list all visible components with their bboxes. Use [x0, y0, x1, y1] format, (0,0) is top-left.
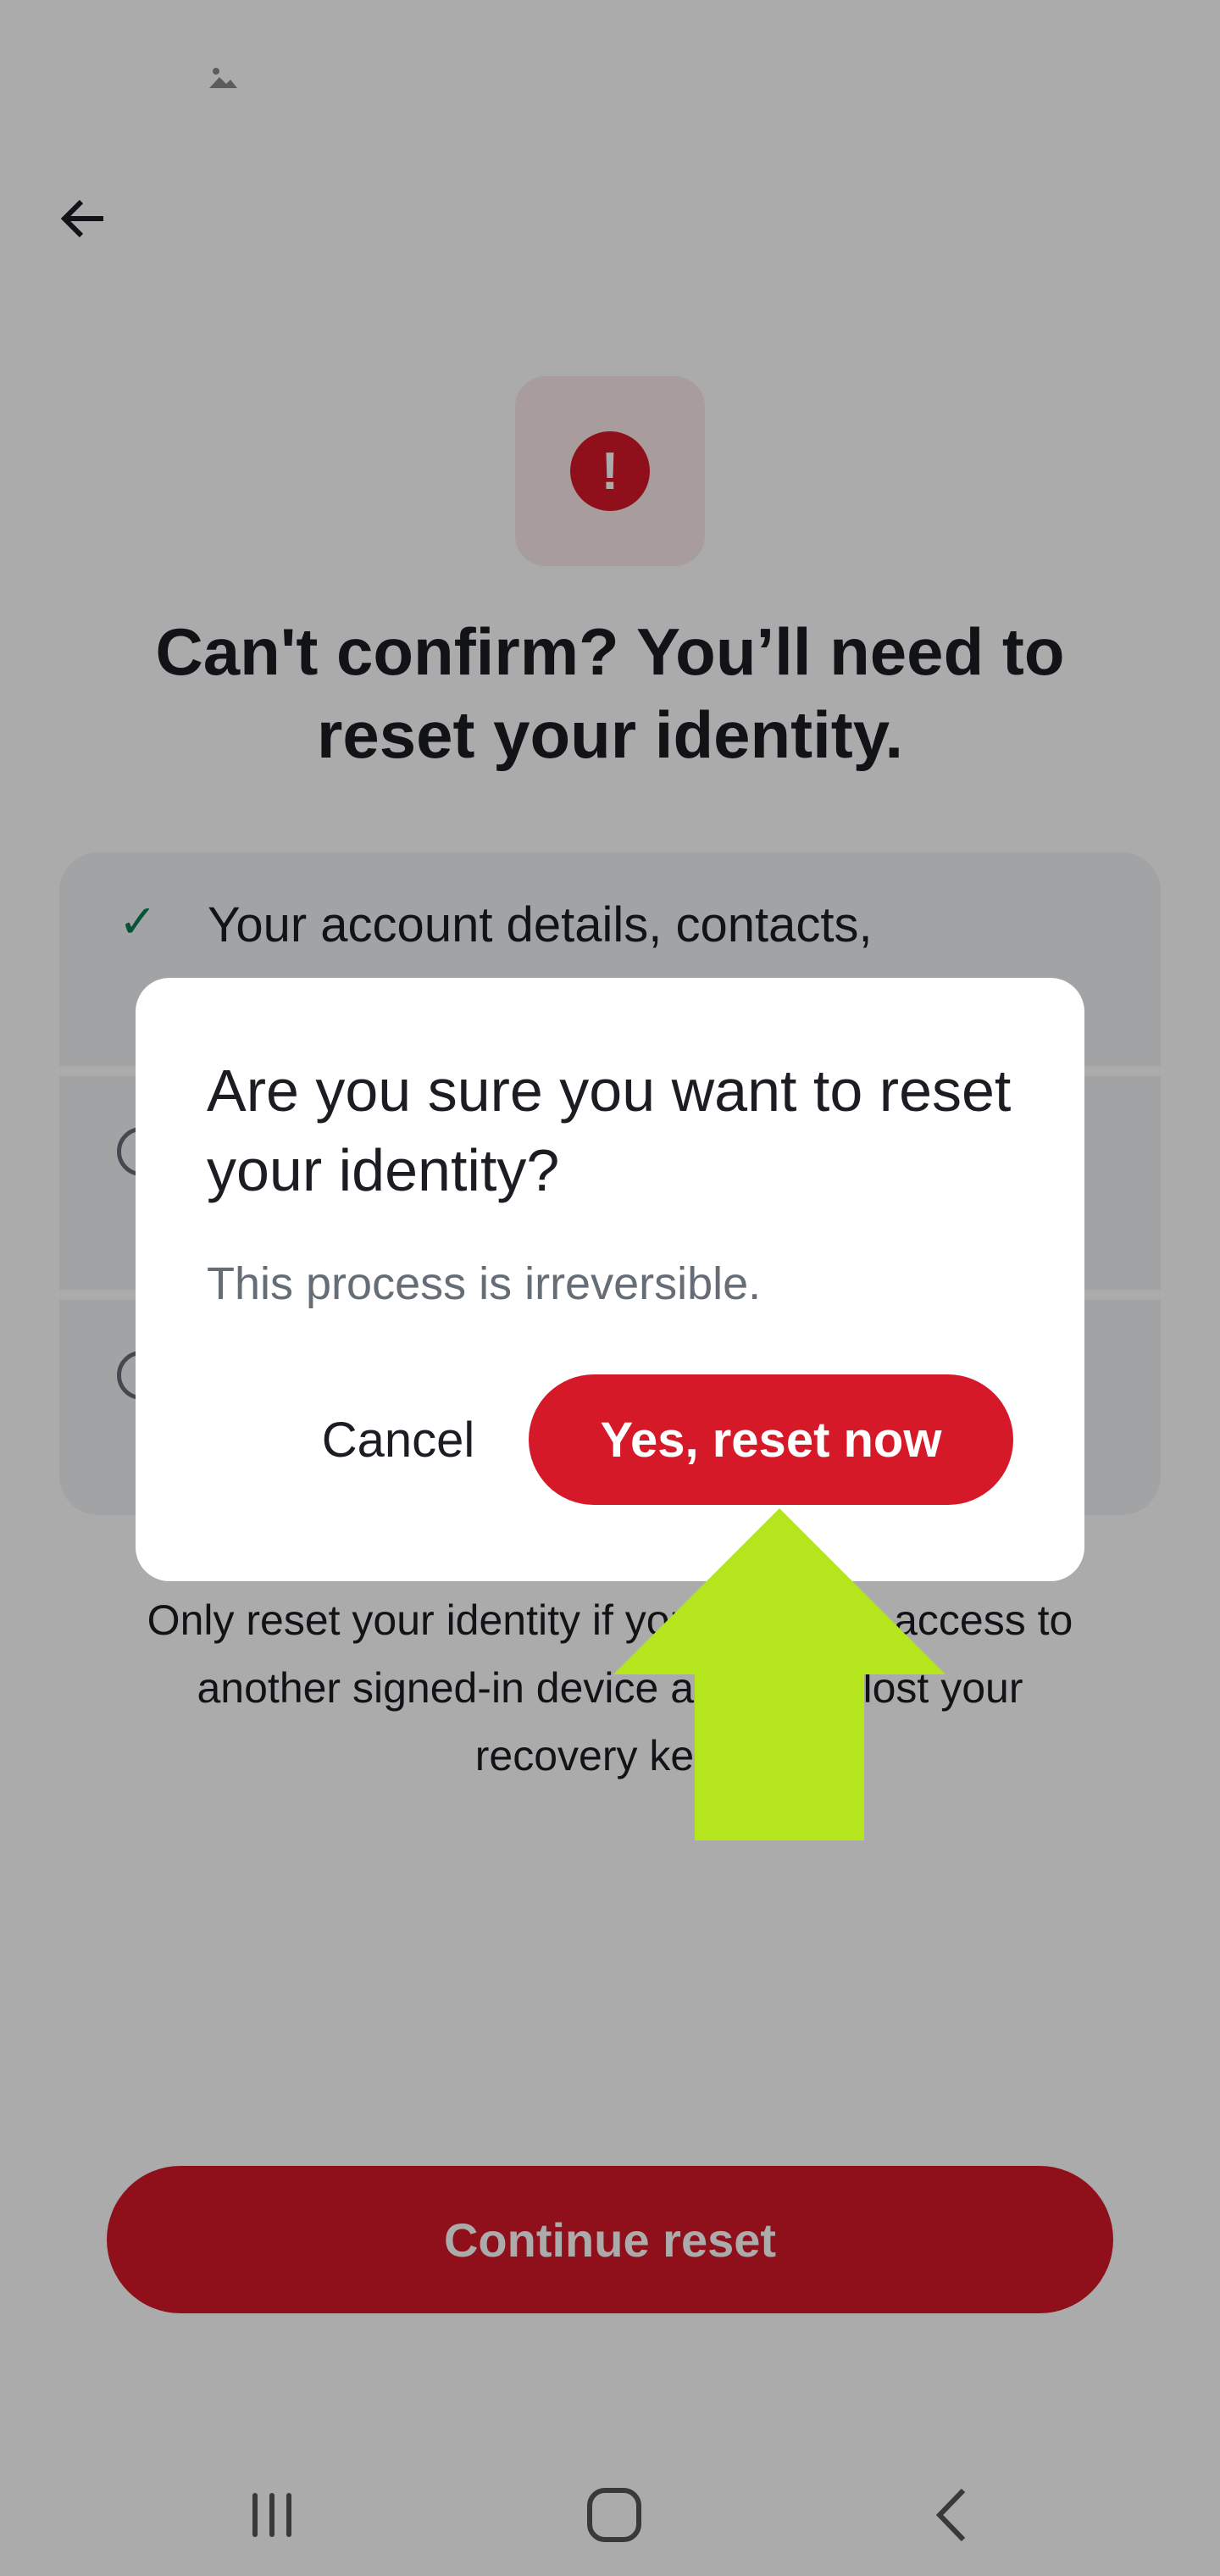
cancel-button[interactable]: Cancel [271, 1376, 525, 1503]
dialog-body: This process is irreversible. [207, 1258, 762, 1309]
confirm-reset-button[interactable]: Yes, reset now [529, 1374, 1013, 1505]
cancel-label: Cancel [321, 1412, 475, 1468]
reset-identity-screen: 11:54 64% ! Can't confirm? You’ll need t… [0, 0, 1220, 2576]
confirm-dialog: Are you sure you want to reset your iden… [136, 978, 1084, 1581]
annotation-arrow-icon [613, 1508, 946, 1840]
dialog-title: Are you sure you want to reset your iden… [207, 1058, 1012, 1203]
confirm-reset-label: Yes, reset now [600, 1412, 942, 1468]
